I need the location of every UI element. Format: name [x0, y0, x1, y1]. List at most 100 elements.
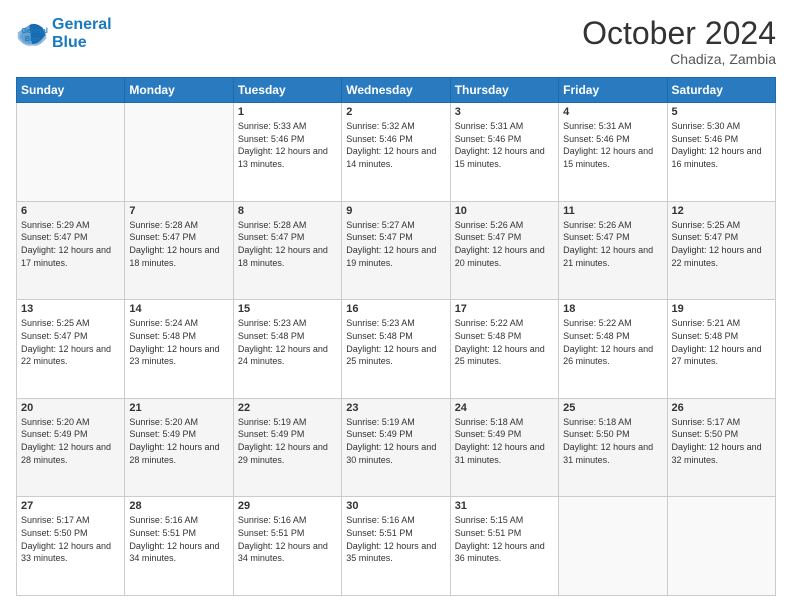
table-row: 24 Sunrise: 5:18 AMSunset: 5:49 PMDayligh…	[450, 398, 558, 497]
calendar-week-row: 20 Sunrise: 5:20 AMSunset: 5:49 PMDayligh…	[17, 398, 776, 497]
day-number: 11	[563, 205, 662, 217]
day-info: Sunrise: 5:20 AMSunset: 5:49 PMDaylight:…	[129, 416, 228, 466]
day-number: 12	[672, 205, 771, 217]
day-number: 21	[129, 402, 228, 414]
calendar-week-row: 27 Sunrise: 5:17 AMSunset: 5:50 PMDayligh…	[17, 497, 776, 596]
day-info: Sunrise: 5:20 AMSunset: 5:49 PMDaylight:…	[21, 416, 120, 466]
table-row: 29Sunrise: 5:16 AMSunset: 5:51 PMDayligh…	[233, 497, 341, 596]
month-title: October 2024	[582, 16, 776, 51]
header: General Blue General Blue October 2024 C…	[16, 16, 776, 67]
day-info: Sunrise: 5:21 AMSunset: 5:48 PMDaylight:…	[672, 317, 771, 367]
day-number: 3	[455, 106, 554, 118]
calendar-table: Sunday Monday Tuesday Wednesday Thursday…	[16, 77, 776, 596]
table-row: 14 Sunrise: 5:24 AMSunset: 5:48 PMDayligh…	[125, 300, 233, 399]
day-info: Sunrise: 5:29 AMSunset: 5:47 PMDaylight:…	[21, 219, 120, 269]
day-number: 16	[346, 303, 445, 315]
table-row: 30 Sunrise: 5:16 AMSunset: 5:51 PMDayligh…	[342, 497, 450, 596]
day-info: Sunrise: 5:26 AMSunset: 5:47 PMDaylight:…	[455, 219, 554, 269]
table-row: 25 Sunrise: 5:18 AMSunset: 5:50 PMDayligh…	[559, 398, 667, 497]
table-row	[667, 497, 775, 596]
day-info: Sunrise: 5:15 AMSunset: 5:51 PMDaylight:…	[455, 514, 554, 564]
day-info: Sunrise: 5:23 AMSunset: 5:48 PMDaylight:…	[238, 317, 337, 367]
col-saturday: Saturday	[667, 78, 775, 103]
day-info: Sunrise: 5:19 AMSunset: 5:49 PMDaylight:…	[346, 416, 445, 466]
svg-text:Blue: Blue	[25, 35, 40, 43]
table-row	[559, 497, 667, 596]
day-info: Sunrise: 5:17 AMSunset: 5:50 PMDaylight:…	[672, 416, 771, 466]
day-info: Sunrise: 5:17 AMSunset: 5:50 PMDaylight:…	[21, 514, 120, 564]
day-info: Sunrise: 5:32 AMSunset: 5:46 PMDaylight:…	[346, 120, 445, 170]
table-row: 4Sunrise: 5:31 AMSunset: 5:46 PMDaylight…	[559, 103, 667, 202]
day-number: 1	[238, 106, 337, 118]
day-number: 8	[238, 205, 337, 217]
day-number: 5	[672, 106, 771, 118]
calendar-week-row: 6 Sunrise: 5:29 AMSunset: 5:47 PMDaylight…	[17, 201, 776, 300]
day-number: 28	[129, 500, 228, 512]
table-row: 28 Sunrise: 5:16 AMSunset: 5:51 PMDayligh…	[125, 497, 233, 596]
table-row	[125, 103, 233, 202]
day-info: Sunrise: 5:24 AMSunset: 5:48 PMDaylight:…	[129, 317, 228, 367]
day-number: 23	[346, 402, 445, 414]
day-number: 24	[455, 402, 554, 414]
day-info: Sunrise: 5:33 AMSunset: 5:46 PMDaylight:…	[238, 120, 337, 170]
day-number: 17	[455, 303, 554, 315]
day-info: Sunrise: 5:22 AMSunset: 5:48 PMDaylight:…	[563, 317, 662, 367]
day-info: Sunrise: 5:22 AMSunset: 5:48 PMDaylight:…	[455, 317, 554, 367]
day-number: 9	[346, 205, 445, 217]
table-row: 19Sunrise: 5:21 AMSunset: 5:48 PMDayligh…	[667, 300, 775, 399]
table-row: 8 Sunrise: 5:28 AMSunset: 5:47 PMDaylight…	[233, 201, 341, 300]
calendar-week-row: 1 Sunrise: 5:33 AMSunset: 5:46 PMDaylight…	[17, 103, 776, 202]
table-row: 3Sunrise: 5:31 AMSunset: 5:46 PMDaylight…	[450, 103, 558, 202]
day-number: 30	[346, 500, 445, 512]
svg-text:General: General	[21, 27, 48, 35]
logo-text: General Blue	[52, 16, 112, 51]
location: Chadiza, Zambia	[582, 51, 776, 67]
day-number: 6	[21, 205, 120, 217]
table-row: 11 Sunrise: 5:26 AMSunset: 5:47 PMDayligh…	[559, 201, 667, 300]
day-number: 26	[672, 402, 771, 414]
day-info: Sunrise: 5:27 AMSunset: 5:47 PMDaylight:…	[346, 219, 445, 269]
day-number: 14	[129, 303, 228, 315]
day-number: 13	[21, 303, 120, 315]
table-row: 22 Sunrise: 5:19 AMSunset: 5:49 PMDayligh…	[233, 398, 341, 497]
table-row: 18 Sunrise: 5:22 AMSunset: 5:48 PMDayligh…	[559, 300, 667, 399]
day-info: Sunrise: 5:25 AMSunset: 5:47 PMDaylight:…	[672, 219, 771, 269]
day-info: Sunrise: 5:26 AMSunset: 5:47 PMDaylight:…	[563, 219, 662, 269]
day-info: Sunrise: 5:19 AMSunset: 5:49 PMDaylight:…	[238, 416, 337, 466]
day-info: Sunrise: 5:28 AMSunset: 5:47 PMDaylight:…	[129, 219, 228, 269]
day-number: 7	[129, 205, 228, 217]
title-block: October 2024 Chadiza, Zambia	[582, 16, 776, 67]
day-number: 25	[563, 402, 662, 414]
day-info: Sunrise: 5:16 AMSunset: 5:51 PMDaylight:…	[346, 514, 445, 564]
table-row: 7 Sunrise: 5:28 AMSunset: 5:47 PMDaylight…	[125, 201, 233, 300]
day-number: 2	[346, 106, 445, 118]
day-number: 10	[455, 205, 554, 217]
day-number: 4	[563, 106, 662, 118]
day-number: 20	[21, 402, 120, 414]
day-info: Sunrise: 5:25 AMSunset: 5:47 PMDaylight:…	[21, 317, 120, 367]
page: General Blue General Blue October 2024 C…	[0, 0, 792, 612]
table-row: 26 Sunrise: 5:17 AMSunset: 5:50 PMDayligh…	[667, 398, 775, 497]
logo-icon: General Blue	[16, 20, 48, 48]
day-info: Sunrise: 5:16 AMSunset: 5:51 PMDaylight:…	[129, 514, 228, 564]
day-info: Sunrise: 5:18 AMSunset: 5:50 PMDaylight:…	[563, 416, 662, 466]
table-row: 10 Sunrise: 5:26 AMSunset: 5:47 PMDayligh…	[450, 201, 558, 300]
day-number: 22	[238, 402, 337, 414]
day-info: Sunrise: 5:16 AMSunset: 5:51 PMDaylight:…	[238, 514, 337, 564]
table-row: 27 Sunrise: 5:17 AMSunset: 5:50 PMDayligh…	[17, 497, 125, 596]
day-info: Sunrise: 5:18 AMSunset: 5:49 PMDaylight:…	[455, 416, 554, 466]
day-number: 27	[21, 500, 120, 512]
table-row: 21 Sunrise: 5:20 AMSunset: 5:49 PMDayligh…	[125, 398, 233, 497]
col-monday: Monday	[125, 78, 233, 103]
table-row: 2 Sunrise: 5:32 AMSunset: 5:46 PMDaylight…	[342, 103, 450, 202]
day-info: Sunrise: 5:28 AMSunset: 5:47 PMDaylight:…	[238, 219, 337, 269]
table-row: 5 Sunrise: 5:30 AMSunset: 5:46 PMDaylight…	[667, 103, 775, 202]
col-friday: Friday	[559, 78, 667, 103]
day-number: 18	[563, 303, 662, 315]
table-row: 12 Sunrise: 5:25 AMSunset: 5:47 PMDayligh…	[667, 201, 775, 300]
table-row: 15Sunrise: 5:23 AMSunset: 5:48 PMDayligh…	[233, 300, 341, 399]
table-row: 17 Sunrise: 5:22 AMSunset: 5:48 PMDayligh…	[450, 300, 558, 399]
logo: General Blue General Blue	[16, 16, 112, 51]
col-sunday: Sunday	[17, 78, 125, 103]
day-info: Sunrise: 5:30 AMSunset: 5:46 PMDaylight:…	[672, 120, 771, 170]
